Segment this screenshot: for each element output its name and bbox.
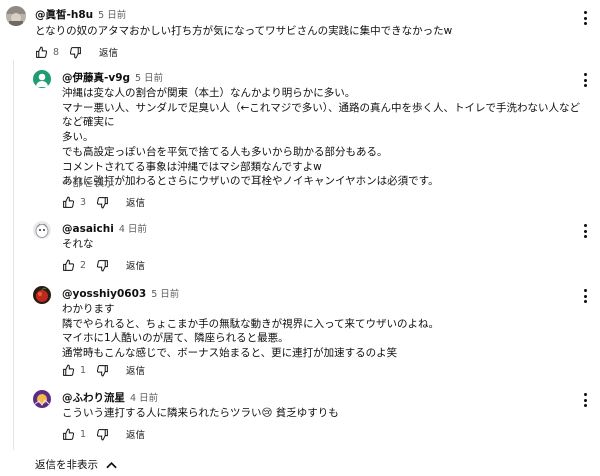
avatar[interactable] <box>33 286 51 304</box>
timestamp[interactable]: 5 日前 <box>98 10 126 21</box>
thumb-down-icon <box>96 364 108 376</box>
hide-replies-label: 返信を非表示 <box>35 459 98 471</box>
more-vert-icon[interactable] <box>580 288 590 304</box>
avatar[interactable] <box>33 70 51 88</box>
like-button[interactable] <box>62 258 75 272</box>
timestamp[interactable]: 5 日前 <box>151 289 179 300</box>
action-bar: 2 返信 <box>62 258 182 272</box>
reply-comment: @伊藤真-v9g 5 日前 沖縄は変な人の割合が関東（本土）なんかより明らかに多い… <box>0 66 600 216</box>
comment-header: @眞皙-h8u 5 日前 <box>35 8 126 23</box>
like-button[interactable] <box>35 45 48 59</box>
dislike-button[interactable] <box>96 363 109 377</box>
thumb-up-icon <box>63 196 75 208</box>
author-name[interactable]: @asaichi <box>62 223 114 235</box>
author-name[interactable]: @伊藤真-v9g <box>62 72 130 84</box>
like-count: 8 <box>53 46 60 58</box>
like-count: 3 <box>80 196 87 208</box>
like-button[interactable] <box>62 195 75 209</box>
reply-button[interactable]: 返信 <box>126 195 145 209</box>
author-name[interactable]: @ふわり流星 <box>62 392 125 404</box>
thumb-up-icon <box>63 428 75 440</box>
author-name[interactable]: @yosshiy0603 <box>62 288 146 300</box>
thumb-down-icon <box>69 46 81 58</box>
action-bar: 3 返信 <box>62 195 182 209</box>
action-bar: 8 返信 <box>35 45 155 59</box>
thumb-up-icon <box>63 364 75 376</box>
more-vert-icon[interactable] <box>580 10 590 26</box>
thumb-down-icon <box>96 259 108 271</box>
like-button[interactable] <box>62 427 75 441</box>
timestamp[interactable]: 4 日前 <box>119 224 147 235</box>
timestamp[interactable]: 5 日前 <box>135 73 163 84</box>
reply-comment: @asaichi 4 日前 それな 2 返信 <box>0 217 600 277</box>
comment-header: @asaichi 4 日前 <box>62 222 147 237</box>
thumb-down-icon <box>96 428 108 440</box>
avatar[interactable] <box>33 221 51 239</box>
like-count: 1 <box>80 428 87 440</box>
comment-text: それな <box>62 238 94 250</box>
dislike-button[interactable] <box>96 427 109 441</box>
reply-button[interactable]: 返信 <box>99 45 118 59</box>
reply-button[interactable]: 返信 <box>126 258 145 272</box>
comment-text: 沖縄は変な人の割合が関東（本土）なんかより明らかに多い。 マナー悪い人、サンダル… <box>62 87 581 188</box>
like-count: 2 <box>80 259 87 271</box>
chevron-up-icon <box>106 461 117 468</box>
reply-button[interactable]: 返信 <box>126 427 145 441</box>
more-vert-icon[interactable] <box>580 223 590 239</box>
comment-text: となりの奴のアタマおかしい打ち方が気になってワサビさんの実践に集中できなかったw <box>35 25 453 37</box>
avatar[interactable] <box>33 390 51 408</box>
comment-text: こういう連打する人に隣来られたらツラい😢 貧乏ゆすりも <box>62 407 339 419</box>
action-bar: 1 返信 <box>62 427 182 441</box>
thumb-down-icon <box>96 196 108 208</box>
avatar[interactable] <box>6 6 26 26</box>
like-count: 1 <box>80 364 87 376</box>
hide-replies-button[interactable]: 返信を非表示 <box>35 457 117 472</box>
dislike-button[interactable] <box>96 258 109 272</box>
like-button[interactable] <box>62 363 75 377</box>
comment-text: わかります 隣でやられると、ちょこまか手の無駄な動きが視界に入って来てウザいのよ… <box>62 303 440 360</box>
comment-header: @ふわり流星 4 日前 <box>62 391 158 406</box>
author-name[interactable]: @眞皙-h8u <box>35 9 93 21</box>
more-vert-icon[interactable] <box>580 392 590 408</box>
action-bar: 1 返信 <box>62 363 182 377</box>
timestamp[interactable]: 4 日前 <box>130 393 158 404</box>
top-comment: @眞皙-h8u 5 日前 となりの奴のアタマおかしい打ち方が気になってワサビさんの… <box>0 0 600 62</box>
dislike-button[interactable] <box>69 45 82 59</box>
comment-header: @伊藤真-v9g 5 日前 <box>62 71 163 86</box>
read-more-link[interactable]: 一部を表示 <box>62 175 115 190</box>
reply-comment: @yosshiy0603 5 日前 わかります 隣でやられると、ちょこまか手の無駄… <box>0 282 600 382</box>
comment-header: @yosshiy0603 5 日前 <box>62 287 179 302</box>
thumb-up-icon <box>63 259 75 271</box>
thumb-up-icon <box>36 46 48 58</box>
reply-button[interactable]: 返信 <box>126 363 145 377</box>
reply-comment: @ふわり流星 4 日前 こういう連打する人に隣来られたらツラい😢 貧乏ゆすりも 1… <box>0 386 600 446</box>
dislike-button[interactable] <box>96 195 109 209</box>
more-vert-icon[interactable] <box>580 72 590 88</box>
